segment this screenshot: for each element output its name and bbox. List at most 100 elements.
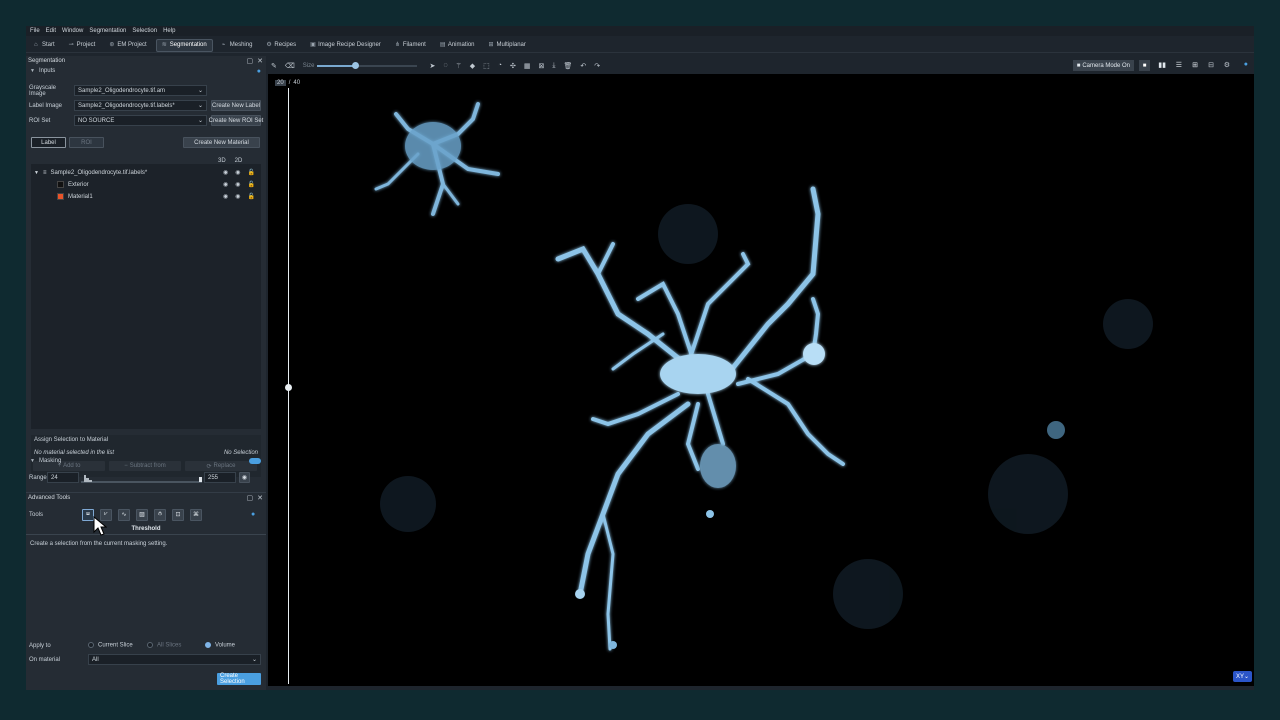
help-icon[interactable]: ● — [257, 68, 261, 75]
brush-size-slider[interactable] — [317, 61, 418, 70]
settings-icon[interactable]: ⚙ — [1224, 61, 1230, 69]
tab-start[interactable]: ⌂ Start — [29, 39, 60, 52]
grayscale-select[interactable]: Sample2_Oligodendrocyte.tif.am ⌄ — [74, 85, 207, 96]
masking-toggle[interactable] — [249, 458, 261, 464]
radio-button-selected[interactable] — [205, 642, 211, 649]
project-icon: ⊸ — [68, 41, 74, 48]
eye-icon[interactable]: ◉ — [239, 472, 250, 483]
menu-selection[interactable]: Selection — [132, 28, 157, 34]
close-icon[interactable]: ✕ — [257, 494, 263, 502]
curve-icon[interactable]: ∿ — [118, 508, 130, 521]
eye-icon[interactable]: ◉ — [223, 169, 228, 176]
magic-wand-icon[interactable]: ⚚ — [456, 62, 462, 70]
brush-icon[interactable]: ✎ — [271, 62, 277, 70]
tab-roi[interactable]: ROI — [69, 137, 104, 148]
help-icon[interactable]: ● — [1244, 61, 1248, 68]
download-icon[interactable]: ⤓ — [552, 62, 555, 70]
tab-label[interactable]: Label — [31, 137, 66, 148]
inputs-section-header[interactable]: ▼ Inputs ● — [26, 66, 266, 76]
slice-current[interactable]: 20 — [275, 80, 286, 86]
tree-root-row[interactable]: ▼ ≡ Sample2_Oligodendrocyte.tif.labels* … — [31, 167, 261, 178]
eye-icon[interactable]: ◉ — [223, 193, 228, 200]
on-material-label: On material — [29, 656, 61, 663]
radio-button[interactable] — [88, 642, 94, 649]
image-viewer[interactable]: 20 / 40 XY ⌄ — [268, 74, 1254, 686]
tools-row: Tools ⩏ ⩗ ∿ ▨ ⫛ ⊡ ⌘ ● — [29, 508, 255, 521]
lock-icon[interactable]: 🔓 — [248, 169, 255, 176]
eraser-icon[interactable]: ⌫ — [285, 62, 295, 70]
close-icon[interactable]: ✕ — [257, 57, 263, 65]
eye-icon[interactable]: ◉ — [223, 181, 228, 188]
help-icon[interactable]: ● — [251, 511, 255, 518]
menu-window[interactable]: Window — [62, 28, 83, 34]
grow-icon[interactable]: ✣ — [510, 62, 516, 70]
lasso-icon[interactable]: ◌ — [443, 62, 447, 69]
layout-two-rows-icon[interactable]: ☰ — [1176, 61, 1182, 69]
menu-file[interactable]: File — [30, 28, 40, 34]
tab-project[interactable]: ⊸ Project — [64, 39, 101, 52]
range-max-input[interactable]: 255 — [204, 472, 236, 483]
apply-current-slice[interactable]: Current Slice — [88, 642, 147, 649]
grid-icon[interactable]: ▦ — [524, 62, 531, 70]
create-selection-button[interactable]: Create Selection — [217, 673, 261, 685]
apply-volume[interactable]: Volume — [205, 642, 235, 649]
layout-custom-icon[interactable]: ⊟ — [1208, 61, 1214, 69]
undock-icon[interactable]: ▢ — [247, 494, 254, 502]
home-icon: ⌂ — [34, 41, 38, 48]
layout-two-columns-icon[interactable]: ▮▮ — [1158, 61, 1166, 69]
undo-icon[interactable]: ↶ — [580, 62, 586, 70]
range-min-input[interactable]: 24 — [47, 472, 79, 483]
roi-select[interactable]: NO SOURCE ⌄ — [74, 115, 207, 126]
split-icon[interactable]: ⫛ — [154, 508, 166, 521]
eye-icon[interactable]: ◉ — [235, 193, 240, 200]
camera-mode-button[interactable]: ■ Camera Mode On — [1072, 60, 1134, 71]
layout-single-icon[interactable]: ■ — [1139, 60, 1150, 71]
menu-edit[interactable]: Edit — [46, 28, 56, 34]
tab-filament[interactable]: ⋔ Filament — [390, 39, 431, 52]
create-new-label-button[interactable]: Create New Label — [211, 100, 261, 111]
interpolate-icon[interactable]: ⬚ — [483, 62, 490, 70]
tab-recipes[interactable]: ⚙ Recipes — [261, 39, 301, 52]
wrap-icon[interactable]: ⌘ — [190, 508, 202, 521]
tab-animation[interactable]: ▤ Animation — [435, 39, 480, 52]
layout-grid-icon[interactable]: ⊞ — [1192, 61, 1198, 69]
menu-segmentation[interactable]: Segmentation — [89, 28, 126, 34]
radio-button[interactable] — [147, 642, 153, 649]
brush-size-handle[interactable] — [352, 61, 360, 69]
redo-icon[interactable]: ↷ — [594, 62, 600, 70]
lock-icon[interactable]: 🔓 — [248, 193, 255, 200]
undock-icon[interactable]: ▢ — [247, 57, 254, 65]
on-material-select[interactable]: All ⌄ — [88, 654, 261, 665]
slice-slider[interactable]: 20 / 40 — [270, 74, 300, 686]
slice-separator: / — [288, 80, 291, 86]
label-image-select[interactable]: Sample2_Oligodendrocyte.tif.labels* ⌄ — [74, 100, 207, 111]
tree-material-row[interactable]: Exterior ◉ ◉ 🔓 — [31, 179, 261, 190]
eye-icon[interactable]: ◉ — [235, 169, 240, 176]
menu-help[interactable]: Help — [163, 28, 175, 34]
slice-slider-handle[interactable] — [285, 384, 292, 391]
range-slider-handle[interactable] — [199, 477, 202, 482]
hatch-icon[interactable]: ▨ — [136, 508, 148, 521]
masking-section-header[interactable]: ▼ Masking — [26, 456, 266, 466]
tab-multiplanar[interactable]: ⊞ Multiplanar — [484, 39, 531, 52]
crop-icon[interactable]: ⊡ — [172, 508, 184, 521]
tab-meshing[interactable]: ⌁ Meshing — [217, 39, 258, 52]
create-new-material-button[interactable]: Create New Material — [183, 137, 260, 148]
shrink-icon[interactable]: ⊠ — [539, 62, 545, 70]
fill-icon[interactable]: ◆ — [470, 62, 475, 70]
smooth-icon[interactable]: ◔ — [498, 62, 502, 69]
tab-segmentation[interactable]: ≋ Segmentation — [155, 38, 213, 52]
material-color-swatch[interactable] — [57, 181, 64, 188]
material-color-swatch[interactable] — [57, 193, 64, 200]
tab-em-project[interactable]: ⊛ EM Project — [104, 39, 151, 52]
eye-icon[interactable]: ◉ — [235, 181, 240, 188]
tab-image-recipe-designer[interactable]: ▣ Image Recipe Designer — [305, 39, 386, 52]
pointer-icon[interactable]: ➤ — [429, 62, 435, 70]
range-slider[interactable] — [79, 472, 204, 483]
tree-material-row[interactable]: Material1 ◉ ◉ 🔓 — [31, 191, 261, 202]
trash-icon[interactable]: 🗑 — [564, 62, 573, 70]
view-orientation-button[interactable]: XY ⌄ — [1232, 671, 1252, 682]
lock-icon[interactable]: 🔓 — [248, 181, 255, 188]
create-new-roi-button[interactable]: Create New ROI Set — [209, 115, 263, 126]
apply-all-slices[interactable]: All Slices — [147, 642, 205, 649]
